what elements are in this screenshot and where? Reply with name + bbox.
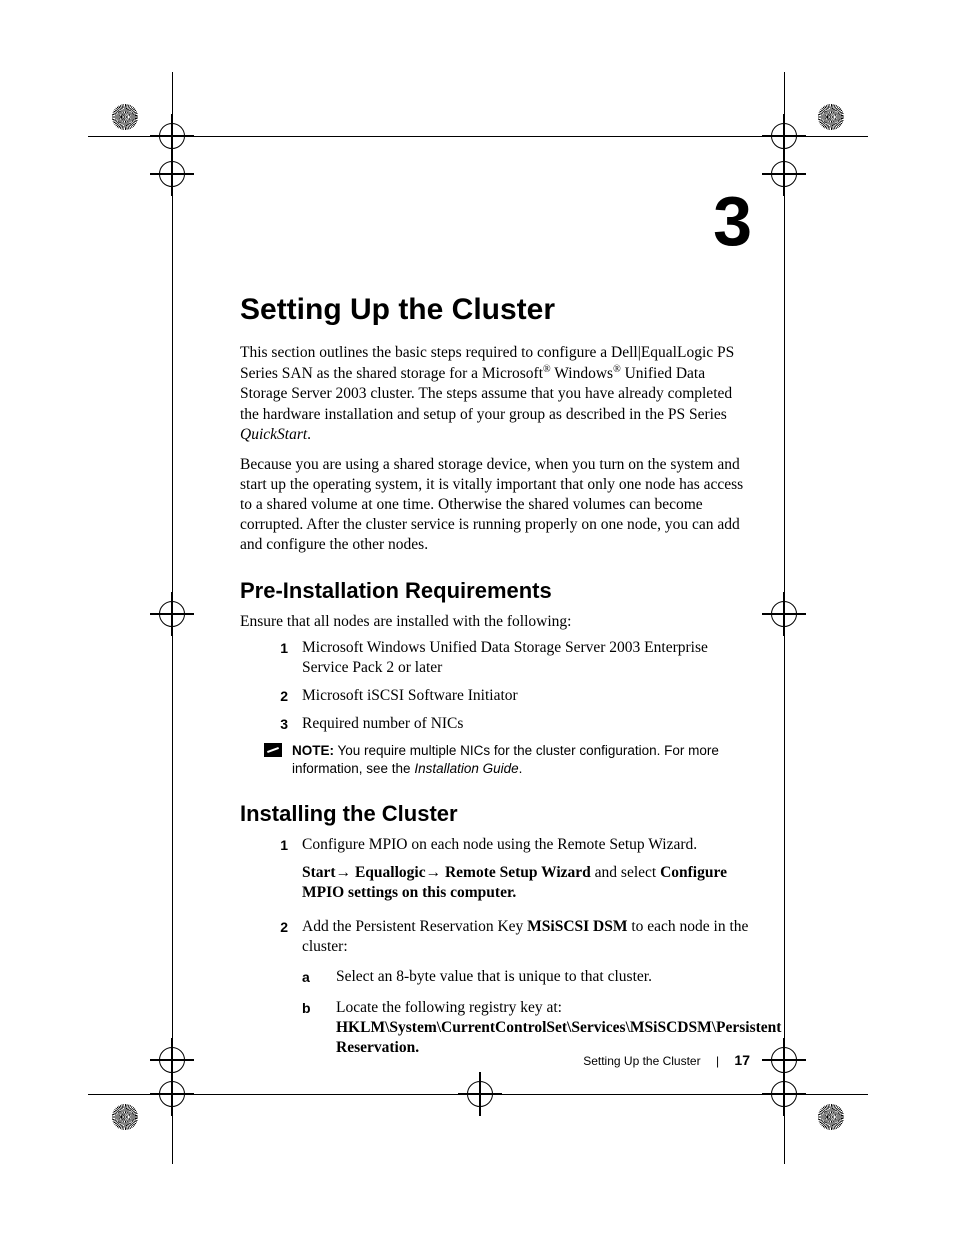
arrow-icon: → — [336, 864, 352, 881]
list-item: b Locate the following registry key at: … — [302, 998, 750, 1058]
list-text: Locate the following registry key at: HK… — [336, 998, 781, 1058]
text: . — [307, 426, 311, 443]
crop-line — [88, 136, 868, 137]
registration-mark-icon — [150, 592, 194, 636]
registered-mark-icon: ® — [613, 364, 621, 375]
list-number: 2 — [262, 686, 288, 705]
install-list-cont: 2 Add the Persistent Reservation Key MSi… — [262, 917, 750, 957]
text: Windows — [551, 365, 613, 382]
registration-mark-icon — [458, 1072, 502, 1116]
intro-paragraph-1: This section outlines the basic steps re… — [240, 343, 750, 445]
registry-key-path: HKLM\System\CurrentControlSet\Services\M… — [336, 1019, 781, 1056]
registration-color-dot — [818, 1104, 844, 1130]
registration-color-dot — [112, 1104, 138, 1130]
menu-path-wizard: Remote Setup Wizard — [441, 864, 591, 881]
list-letter: b — [302, 998, 320, 1017]
note-text: NOTE: You require multiple NICs for the … — [292, 742, 750, 778]
list-text: Microsoft Windows Unified Data Storage S… — [302, 638, 750, 678]
text: Locate the following registry key at: — [336, 999, 562, 1016]
list-number: 3 — [262, 714, 288, 733]
key-name: MSiSCSI DSM — [527, 918, 627, 935]
preinstall-list: 1 Microsoft Windows Unified Data Storage… — [262, 638, 750, 735]
list-text: Microsoft iSCSI Software Initiator — [302, 686, 750, 706]
chapter-number: 3 — [240, 190, 750, 253]
list-number: 1 — [262, 638, 288, 657]
note-block: NOTE: You require multiple NICs for the … — [264, 742, 750, 778]
install-list: 1 Configure MPIO on each node using the … — [262, 835, 750, 855]
list-text: Add the Persistent Reservation Key MSiSC… — [302, 917, 750, 957]
list-item: 2 Add the Persistent Reservation Key MSi… — [262, 917, 750, 957]
page-content: 3 Setting Up the Cluster This section ou… — [240, 190, 750, 1068]
menu-path-equallogic: Equallogic — [351, 864, 426, 881]
section-install-heading: Installing the Cluster — [240, 801, 750, 827]
list-letter: a — [302, 967, 320, 986]
list-item: 1 Configure MPIO on each node using the … — [262, 835, 750, 855]
list-item: a Select an 8-byte value that is unique … — [302, 967, 750, 987]
doc-title-installation-guide: Installation Guide — [414, 761, 518, 776]
doc-title-quickstart: QuickStart — [240, 426, 307, 443]
registration-color-dot — [818, 104, 844, 130]
intro-paragraph-2: Because you are using a shared storage d… — [240, 455, 750, 556]
chapter-title: Setting Up the Cluster — [240, 293, 750, 327]
text: . — [519, 761, 523, 776]
list-text: Required number of NICs — [302, 714, 750, 734]
section-preinstall-heading: Pre-Installation Requirements — [240, 578, 750, 604]
list-text: Select an 8-byte value that is unique to… — [336, 967, 652, 987]
list-item: 3 Required number of NICs — [262, 714, 750, 734]
note-icon — [264, 743, 282, 757]
text: Add the Persistent Reservation Key — [302, 918, 527, 935]
page-number: 17 — [734, 1052, 750, 1068]
text: and select — [591, 864, 660, 881]
list-item: 2 Microsoft iSCSI Software Initiator — [262, 686, 750, 706]
install-step1-path: Start→ Equallogic→ Remote Setup Wizard a… — [302, 863, 750, 903]
menu-path-start: Start — [302, 864, 336, 881]
registration-mark-icon — [150, 152, 194, 196]
registration-mark-icon — [762, 592, 806, 636]
preinstall-lead: Ensure that all nodes are installed with… — [240, 612, 750, 632]
registration-mark-icon — [762, 152, 806, 196]
list-number: 1 — [262, 835, 288, 854]
footer-separator: | — [716, 1054, 719, 1068]
list-text: Configure MPIO on each node using the Re… — [302, 835, 750, 855]
install-step2-sublist: a Select an 8-byte value that is unique … — [302, 967, 750, 1058]
page-footer: Setting Up the Cluster | 17 — [240, 1052, 750, 1068]
arrow-icon: → — [426, 864, 442, 881]
footer-title: Setting Up the Cluster — [583, 1054, 700, 1068]
registration-color-dot — [112, 104, 138, 130]
registered-mark-icon: ® — [543, 364, 551, 375]
registration-mark-icon — [150, 1038, 194, 1082]
list-number: 2 — [262, 917, 288, 936]
list-item: 1 Microsoft Windows Unified Data Storage… — [262, 638, 750, 678]
note-label: NOTE: — [292, 743, 334, 758]
